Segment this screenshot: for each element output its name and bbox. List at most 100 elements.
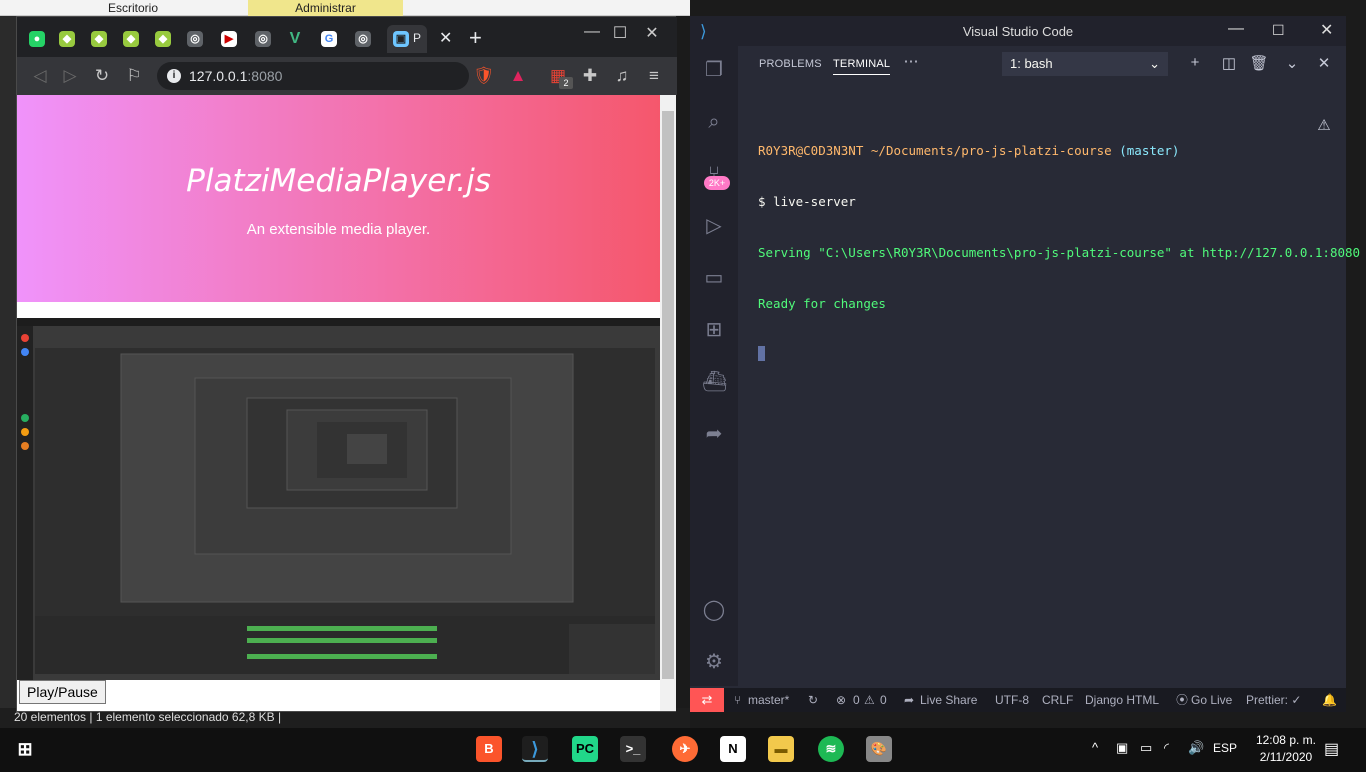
tab-terminal[interactable]: TERMINAL: [833, 58, 891, 75]
file-explorer-taskbar-icon[interactable]: ▬: [768, 736, 794, 762]
account-icon[interactable]: ◯: [702, 598, 726, 622]
action-center-icon[interactable]: ▤: [1324, 739, 1339, 759]
brave-rewards-icon[interactable]: ▲: [507, 66, 529, 86]
tab-current[interactable]: ▣ P: [387, 25, 427, 53]
run-debug-icon[interactable]: ▷: [702, 214, 726, 238]
media-control-icon[interactable]: ♫: [611, 66, 633, 86]
remote-indicator-icon[interactable]: ⇄: [690, 688, 724, 712]
encoding[interactable]: UTF-8: [995, 688, 1029, 712]
page-scrollbar[interactable]: [660, 95, 676, 711]
minimize-button[interactable]: —: [577, 23, 607, 41]
tab-globe-3[interactable]: ◎: [349, 25, 381, 53]
platzi-icon: ◆: [155, 31, 171, 47]
live-share-status[interactable]: Live Share: [920, 688, 977, 712]
maximize-button[interactable]: ☐: [1272, 22, 1285, 39]
panel-header: PROBLEMS TERMINAL ⋯ 1: bash ⌄ + ◫ 🗑 ⌄ ✕ …: [738, 46, 1346, 134]
forward-icon[interactable]: ▷: [59, 66, 81, 86]
network-icon[interactable]: ▭: [1140, 740, 1152, 756]
tab-google[interactable]: G: [315, 25, 347, 53]
input-language[interactable]: ESP: [1213, 741, 1237, 755]
tab-platzi-3[interactable]: ◆: [117, 25, 149, 53]
new-terminal-icon[interactable]: +: [1185, 54, 1205, 71]
notifications-icon[interactable]: 🔔: [1322, 688, 1337, 712]
tab-vue[interactable]: V: [281, 25, 313, 53]
reload-icon[interactable]: ↻: [91, 66, 113, 86]
tab-platzi-1[interactable]: ◆: [53, 25, 85, 53]
back-icon[interactable]: ◁: [29, 66, 51, 86]
prettier-status[interactable]: Prettier: ✓: [1246, 688, 1301, 712]
play-pause-button[interactable]: Play/Pause: [19, 680, 106, 704]
scrollbar-thumb[interactable]: [662, 111, 674, 679]
menu-icon[interactable]: ≡: [643, 66, 665, 86]
close-panel-icon[interactable]: ✕: [1314, 54, 1334, 72]
close-window-button[interactable]: ✕: [637, 23, 667, 43]
tab-problems[interactable]: PROBLEMS: [759, 58, 822, 70]
vscode-titlebar: ⟩ Visual Studio Code — ☐ ✕: [690, 16, 1346, 46]
maximize-panel-icon[interactable]: ⌄: [1282, 54, 1302, 72]
postman-taskbar-icon[interactable]: ✈: [672, 736, 698, 762]
volume-icon[interactable]: 🔊: [1188, 740, 1204, 756]
git-branch[interactable]: master*: [748, 688, 789, 712]
extensions-icon[interactable]: ⊞: [702, 318, 726, 342]
tab-globe-1[interactable]: ◎: [181, 25, 213, 53]
address-bar[interactable]: i 127.0.0.1:8080: [157, 62, 469, 90]
tab-close-icon[interactable]: ✕: [439, 28, 452, 48]
error-count[interactable]: 0: [853, 688, 860, 712]
spotify-taskbar-icon[interactable]: ≋: [818, 736, 844, 762]
tab-whatsapp[interactable]: ●: [23, 25, 55, 53]
source-control-badge: 2K+: [704, 176, 730, 190]
video-player[interactable]: [17, 318, 660, 680]
sync-icon[interactable]: ↻: [808, 688, 818, 712]
more-actions-icon[interactable]: ⋯: [901, 52, 921, 70]
notion-taskbar-icon[interactable]: N: [720, 736, 746, 762]
pycharm-taskbar-icon[interactable]: PC: [572, 736, 598, 762]
vue-icon: V: [289, 30, 301, 47]
page-subtitle: An extensible media player.: [246, 221, 431, 238]
split-terminal-icon[interactable]: ◫: [1219, 54, 1239, 72]
settings-gear-icon[interactable]: ⚙: [702, 650, 726, 674]
new-tab-button[interactable]: +: [469, 25, 482, 51]
go-live-button[interactable]: Go Live: [1191, 688, 1232, 712]
chevron-up-icon[interactable]: ^: [1092, 740, 1098, 755]
google-icon: G: [321, 31, 337, 47]
tab-platzi-2[interactable]: ◆: [85, 25, 117, 53]
terminal-select[interactable]: 1: bash ⌄: [1002, 52, 1168, 76]
terminal-output[interactable]: R0Y3R@C0D3N3NT ~/Documents/pro-js-platzi…: [758, 108, 1360, 361]
site-info-icon[interactable]: i: [167, 69, 181, 83]
explorer-ribbon: Escritorio Administrar: [0, 0, 690, 16]
close-window-button[interactable]: ✕: [1320, 20, 1333, 40]
language-mode[interactable]: Django HTML: [1085, 688, 1159, 712]
activity-bar: ❐ ⌕ ⑂ 2K+ ▷ ▭ ⊞ ⛴ ➦ ◯ ⚙: [690, 46, 738, 686]
tray-app-icon[interactable]: ▣: [1116, 740, 1128, 756]
trash-icon[interactable]: 🗑: [1249, 54, 1269, 72]
bookmark-icon[interactable]: ⚐: [123, 66, 145, 86]
brave-taskbar-icon[interactable]: B: [476, 736, 502, 762]
globe-icon: ◎: [355, 31, 371, 47]
brave-icon[interactable]: 🛡: [473, 66, 495, 86]
minimize-button[interactable]: —: [1228, 20, 1244, 38]
live-share-icon[interactable]: ➦: [702, 422, 726, 446]
vscode-taskbar-icon[interactable]: ⟩: [522, 736, 548, 762]
tab-youtube[interactable]: ▶: [215, 25, 247, 53]
explorer-location: Escritorio: [108, 1, 159, 15]
warnings-icon[interactable]: ⚠: [864, 688, 875, 712]
tab-platzi-4[interactable]: ◆: [149, 25, 181, 53]
remote-explorer-icon[interactable]: ▭: [702, 266, 726, 290]
warning-count[interactable]: 0: [880, 688, 887, 712]
url-host: 127.0.0.1: [189, 68, 248, 84]
windows-start-icon[interactable]: ⊞: [12, 736, 38, 762]
ribbon-tab-manage[interactable]: Administrar: [248, 0, 403, 16]
maximize-button[interactable]: ☐: [605, 23, 635, 43]
explorer-icon[interactable]: ❐: [702, 58, 726, 82]
errors-icon[interactable]: ⊗: [836, 688, 846, 712]
paint-taskbar-icon[interactable]: 🎨: [866, 736, 892, 762]
wifi-icon[interactable]: ◜: [1164, 740, 1169, 756]
docker-icon[interactable]: ⛴: [702, 370, 727, 394]
terminal-taskbar-icon[interactable]: >_: [620, 736, 646, 762]
line-endings[interactable]: CRLF: [1042, 688, 1073, 712]
extensions-puzzle-icon[interactable]: ✚: [579, 66, 601, 86]
system-clock[interactable]: 12:08 p. m. 2/11/2020: [1256, 732, 1316, 766]
git-branch-icon[interactable]: ⑂: [734, 688, 741, 712]
search-icon[interactable]: ⌕: [702, 110, 726, 134]
tab-globe-2[interactable]: ◎: [249, 25, 281, 53]
